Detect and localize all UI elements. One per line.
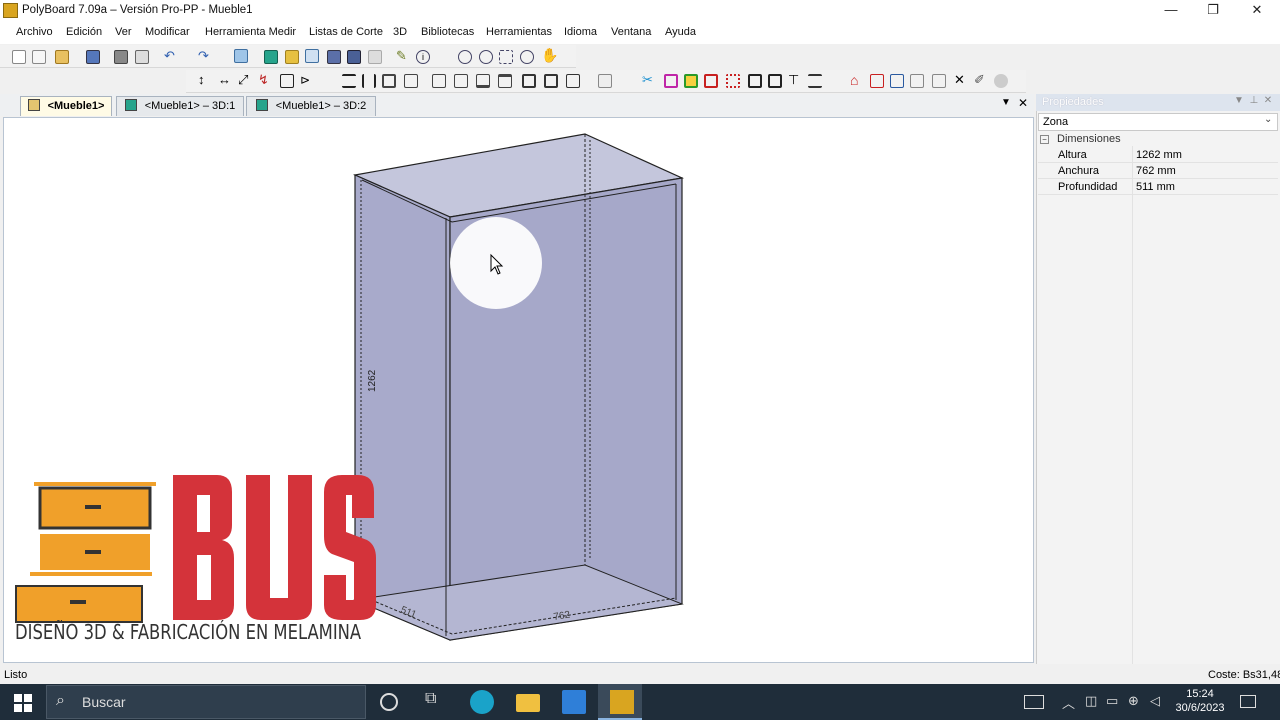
network-icon[interactable]: ⊕ <box>1128 693 1139 709</box>
cost-readout: Coste: Bs31,48 <box>1208 669 1280 681</box>
property-row-altura[interactable]: Altura 1262 mm <box>1038 147 1278 163</box>
panel-menu-icon[interactable]: ▼ <box>1234 95 1244 106</box>
pin-icon[interactable]: ⊥ <box>1249 95 1258 106</box>
volume-icon[interactable]: ◁ <box>1150 693 1160 709</box>
zone-dropdown[interactable]: Zona <box>1038 113 1278 131</box>
property-name: Altura <box>1058 149 1087 161</box>
property-value[interactable]: 1262 mm <box>1136 149 1182 161</box>
clock[interactable]: 15:24 30/6/2023 <box>1174 687 1226 715</box>
polyboard-app-icon <box>610 690 634 714</box>
properties-title: Propiedades <box>1042 96 1104 108</box>
cabinet-panels <box>352 133 685 641</box>
panel-controls[interactable]: ▼ ⊥ ✕ <box>1234 95 1272 106</box>
dimensions-group[interactable]: − Dimensiones <box>1040 133 1121 145</box>
logo-letters <box>173 475 376 620</box>
store-icon[interactable] <box>562 690 586 714</box>
property-value[interactable]: 762 mm <box>1136 165 1176 177</box>
cortana-icon[interactable] <box>380 693 398 711</box>
chevron-down-icon[interactable]: ⌄ <box>1264 114 1272 125</box>
clock-time: 15:24 <box>1186 688 1214 700</box>
property-row-profundidad[interactable]: Profundidad 511 mm <box>1038 179 1278 195</box>
edge-browser-icon[interactable] <box>470 690 494 714</box>
notifications-icon[interactable] <box>1240 695 1256 708</box>
close-button[interactable]: ✕ <box>1236 0 1278 22</box>
property-name: Profundidad <box>1058 181 1118 193</box>
logo-tagline: DISEÑO 3D & FABRICACIÓN EN MELAMINA <box>15 620 362 644</box>
battery-icon[interactable]: ▭ <box>1106 693 1118 709</box>
status-text: Listo <box>4 669 28 681</box>
height-dimension-label: 1262 <box>367 369 378 392</box>
property-name: Anchura <box>1058 165 1099 177</box>
status-bar <box>0 665 1280 684</box>
drawer-logo-icon <box>15 482 156 623</box>
panel-close-icon[interactable]: ✕ <box>1264 95 1272 106</box>
restore-button[interactable]: ❐ <box>1192 0 1234 22</box>
clock-date: 30/6/2023 <box>1175 702 1225 714</box>
search-placeholder: Buscar <box>82 694 126 710</box>
property-column-divider <box>1132 146 1133 664</box>
file-explorer-icon[interactable] <box>516 694 540 712</box>
property-value[interactable]: 511 mm <box>1136 181 1175 193</box>
tray-chevron-icon[interactable]: ︿ <box>1062 693 1075 712</box>
task-view-icon[interactable]: ⧉ <box>425 690 449 714</box>
windows-start-icon[interactable] <box>14 694 32 712</box>
meet-icon[interactable]: ◫ <box>1085 693 1097 709</box>
collapse-icon[interactable]: − <box>1040 135 1049 144</box>
minimize-button[interactable]: — <box>1150 0 1192 22</box>
search-icon: ⌕ <box>56 692 65 709</box>
keyboard-icon[interactable] <box>1024 695 1044 709</box>
property-row-anchura[interactable]: Anchura 762 mm <box>1038 163 1278 179</box>
